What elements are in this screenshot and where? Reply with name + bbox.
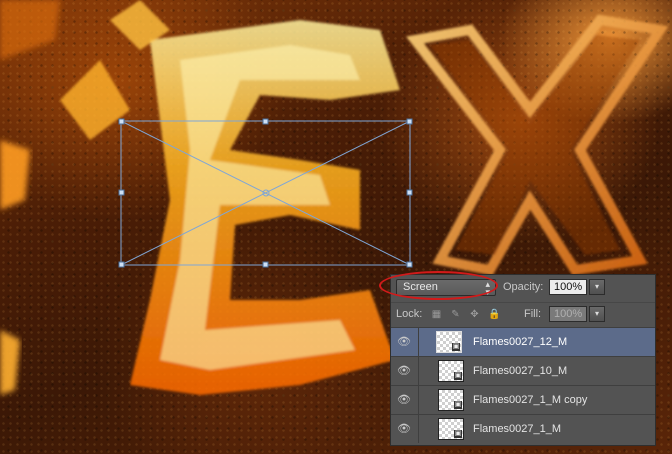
lock-transparent-pixels-icon[interactable]: ▦: [431, 309, 442, 320]
fill-label: Fill:: [524, 308, 542, 320]
eye-icon[interactable]: 👁: [397, 423, 411, 435]
opacity-field[interactable]: 100%: [549, 279, 587, 295]
lock-position-icon[interactable]: ✥: [469, 309, 480, 320]
visibility-column: 👁: [391, 328, 419, 356]
opacity-dropdown-button[interactable]: ▾: [589, 279, 605, 295]
layer-row[interactable]: 👁 ▣ Flames0027_12_M: [391, 327, 655, 356]
fill-dropdown-button[interactable]: ▾: [589, 306, 605, 322]
lock-all-icon[interactable]: 🔒: [488, 309, 500, 320]
eye-icon[interactable]: 👁: [397, 394, 411, 406]
left-letter-fragment: [0, 0, 60, 395]
layer-row[interactable]: 👁 ▣ Flames0027_1_M: [391, 414, 655, 443]
fire-letter-e: [60, 0, 400, 395]
visibility-column: 👁: [391, 415, 419, 443]
layer-name: Flames0027_12_M: [473, 336, 568, 348]
layers-list: 👁 ▣ Flames0027_12_M 👁 ▣ Flames0027_10_M …: [391, 327, 655, 443]
layer-thumbnail: ▣: [438, 389, 464, 411]
lock-row: Lock: ▦ ✎ ✥ 🔒 Fill: 100% ▾: [391, 302, 655, 327]
layer-thumbnail: ▣: [436, 331, 462, 353]
smart-object-icon: ▣: [454, 430, 462, 438]
transform-bounding-box: [120, 120, 411, 266]
visibility-column: 👁: [391, 386, 419, 414]
smart-object-icon: ▣: [452, 343, 460, 351]
layer-thumbnail: ▣: [438, 360, 464, 382]
layer-thumbnail: ▣: [438, 418, 464, 440]
eye-icon[interactable]: 👁: [397, 365, 411, 377]
layer-name: Flames0027_1_M: [473, 423, 562, 435]
fire-letter-x: [406, 14, 669, 276]
layer-name: Flames0027_1_M copy: [473, 394, 588, 406]
lock-image-pixels-icon[interactable]: ✎: [450, 309, 461, 320]
layer-row[interactable]: 👁 ▣ Flames0027_10_M: [391, 356, 655, 385]
visibility-column: 👁: [391, 357, 419, 385]
layer-name: Flames0027_10_M: [473, 365, 568, 377]
smart-object-icon: ▣: [454, 401, 462, 409]
eye-icon[interactable]: 👁: [397, 336, 411, 348]
smart-object-icon: ▣: [454, 372, 462, 380]
lock-label: Lock:: [396, 308, 423, 320]
blend-mode-annotation-ring: [379, 271, 498, 300]
opacity-label: Opacity:: [503, 281, 544, 293]
fill-field[interactable]: 100%: [549, 306, 587, 322]
layer-row[interactable]: 👁 ▣ Flames0027_1_M copy: [391, 385, 655, 414]
